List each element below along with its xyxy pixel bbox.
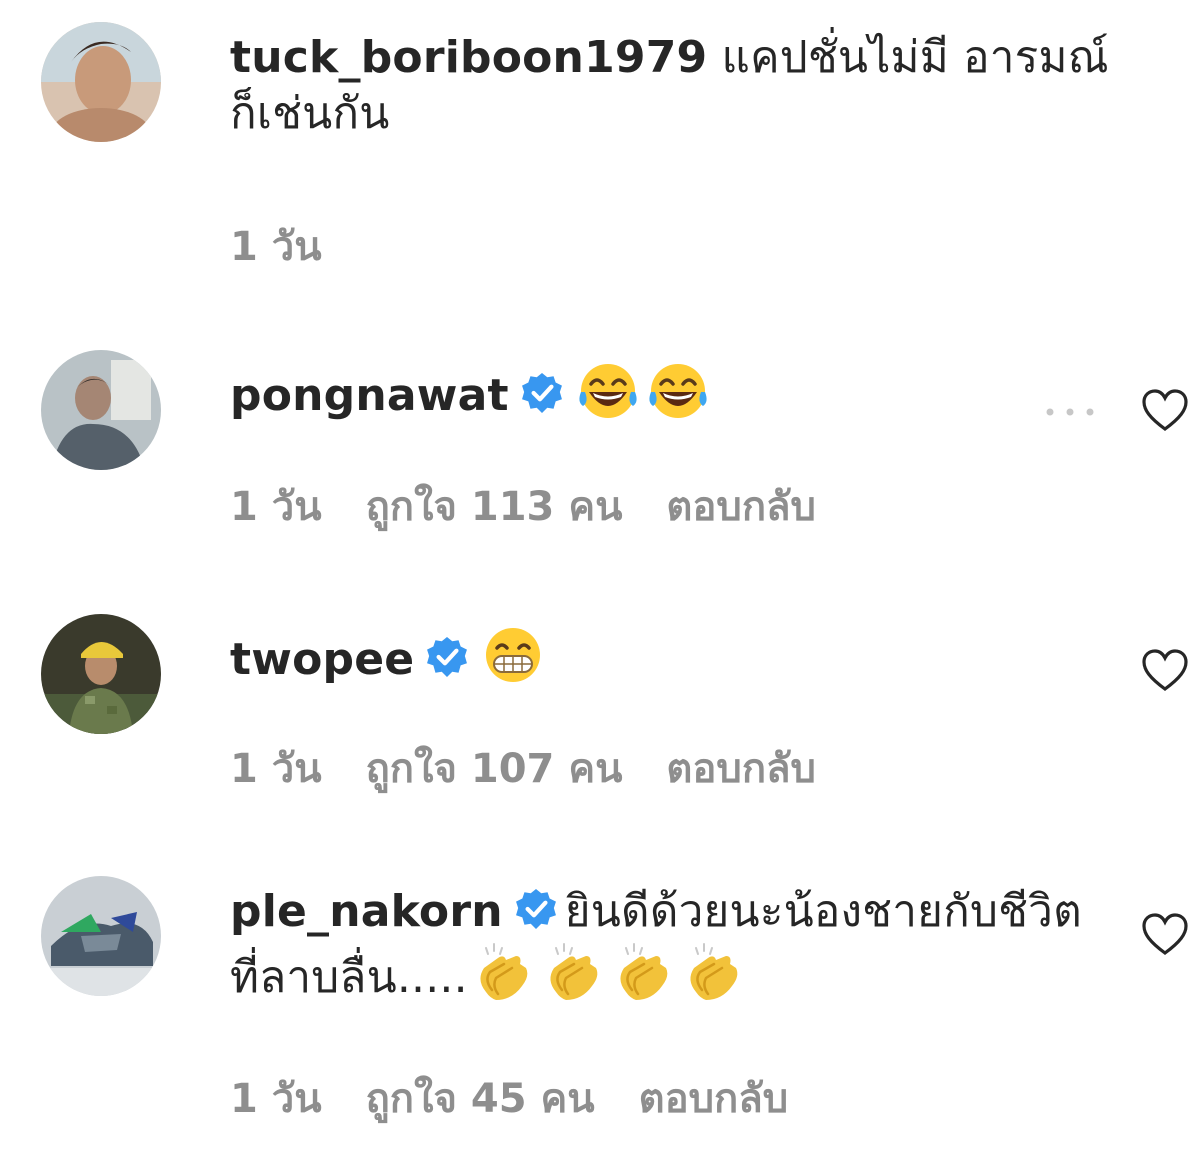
verified-badge-icon xyxy=(521,373,562,413)
more-options-icon[interactable] xyxy=(1040,402,1100,422)
like-heart-icon[interactable] xyxy=(1140,910,1190,960)
avatar[interactable] xyxy=(41,350,161,470)
avatar[interactable] xyxy=(41,614,161,734)
comment-username[interactable]: tuck_boriboon1979 xyxy=(230,32,707,83)
clapping-hands-icon xyxy=(480,943,528,1000)
reply-button[interactable]: ตอบกลับ xyxy=(666,746,816,792)
comment-time[interactable]: 1 วัน xyxy=(230,224,322,270)
comment-likes[interactable]: ถูกใจ 107 คน xyxy=(366,746,623,792)
like-heart-icon[interactable] xyxy=(1140,386,1190,436)
clapping-hands-icon xyxy=(550,943,598,1000)
like-heart-icon[interactable] xyxy=(1140,646,1190,696)
verified-badge-icon xyxy=(515,889,556,929)
clapping-hands-icon xyxy=(620,943,668,1000)
avatar[interactable] xyxy=(41,876,161,996)
reply-button[interactable]: ตอบกลับ xyxy=(639,1076,789,1122)
clapping-hands-icon xyxy=(690,943,738,1000)
reply-button[interactable]: ตอบกลับ xyxy=(666,484,816,530)
face-with-tears-of-joy-icon xyxy=(579,364,637,418)
comment-username[interactable]: pongnawat xyxy=(230,370,509,421)
comment-username[interactable]: ple_nakorn xyxy=(230,886,503,937)
face-with-tears-of-joy-icon xyxy=(649,364,707,418)
comment-time[interactable]: 1 วัน xyxy=(230,746,322,792)
grimacing-face-icon xyxy=(486,628,541,682)
comment-likes[interactable]: ถูกใจ 113 คน xyxy=(366,484,623,530)
comment-likes[interactable]: ถูกใจ 45 คน xyxy=(366,1076,595,1122)
avatar[interactable] xyxy=(41,22,161,142)
comment-time[interactable]: 1 วัน xyxy=(230,484,322,530)
comment-time[interactable]: 1 วัน xyxy=(230,1076,322,1122)
comment-username[interactable]: twopee xyxy=(230,634,414,685)
verified-badge-icon xyxy=(427,637,468,677)
